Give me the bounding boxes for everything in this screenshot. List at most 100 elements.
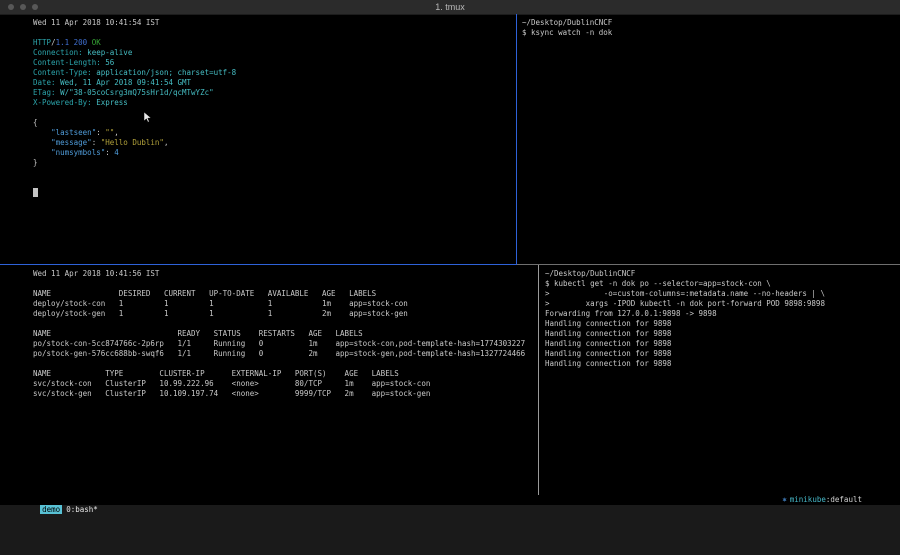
terminal-text-segment [33,188,38,197]
terminal-text-segment: : [105,148,114,157]
terminal-line: po/stock-con-5cc874766c-2p6rp 1/1 Runnin… [33,339,571,349]
terminal-text-segment: Date: [33,78,56,87]
desktop: 1. tmux Wed 11 Apr 2018 10:41:54 IST HTT… [0,0,900,555]
pane-port-forward[interactable]: ~/Desktop/DublinCNCF$ kubectl get -n dok… [539,265,900,499]
pane-http-response[interactable]: Wed 11 Apr 2018 10:41:54 IST HTTP/1.1 20… [0,15,549,267]
terminal-line: ETag: W/"38-05coCsrg3mQ75sHr1d/qcMTwYZc" [33,88,549,98]
kube-context-name: minikube [790,495,826,505]
terminal-line: NAME DESIRED CURRENT UP-TO-DATE AVAILABL… [33,289,571,299]
terminal-text-segment: keep-alive [83,48,133,57]
minimize-button[interactable] [20,4,26,10]
terminal-text-segment: "numsymbols" [51,148,105,157]
active-window-label[interactable]: 0:bash* [66,505,98,514]
terminal-line: NAME READY STATUS RESTARTS AGE LABELS [33,329,571,339]
terminal-line: NAME TYPE CLUSTER-IP EXTERNAL-IP PORT(S)… [33,369,571,379]
terminal-line: Handling connection for 9898 [545,339,900,349]
pane-divider-vertical-bottom[interactable] [538,265,539,495]
zoom-button[interactable] [32,4,38,10]
close-button[interactable] [8,4,14,10]
pane-divider-vertical-top[interactable] [516,14,517,265]
terminal-text-segment [33,128,51,137]
pane-kubectl-get[interactable]: Wed 11 Apr 2018 10:41:56 IST NAME DESIRE… [0,265,571,499]
terminal-text-segment: Content-Length: [33,58,101,67]
terminal-text-segment: Content-Type: [33,68,92,77]
terminal-line [33,319,571,329]
terminal-line: po/stock-gen-576cc688bb-swqf6 1/1 Runnin… [33,349,571,359]
terminal-line: Handling connection for 9898 [545,349,900,359]
pane-ksync-watch[interactable]: ~/Desktop/DublinCNCF$ ksync watch -n dok [517,15,900,267]
status-right: ⎈ minikube :default [782,495,862,505]
terminal-text-segment: : [96,128,105,137]
kubernetes-icon: ⎈ [782,495,787,505]
terminal-line: > xargs -IPOD kubectl -n dok port-forwar… [545,299,900,309]
terminal-text-segment: } [33,158,38,167]
pane-divider-horizontal-left[interactable] [0,264,517,265]
terminal-text-segment [33,138,51,147]
terminal-line: Wed 11 Apr 2018 10:41:54 IST [33,18,549,28]
terminal-line: Handling connection for 9898 [545,359,900,369]
terminal-text-segment: W/"38-05coCsrg3mQ75sHr1d/qcMTwYZc" [56,88,214,97]
terminal-line: Content-Type: application/json; charset=… [33,68,549,78]
session-name-badge: demo [40,505,62,514]
terminal-text-segment: : [92,138,101,147]
terminal-text-segment: "" [105,128,114,137]
terminal-line: "message": "Hello Dublin", [33,138,549,148]
traffic-lights [8,4,38,10]
terminal-line [33,188,549,198]
terminal-line: Wed 11 Apr 2018 10:41:56 IST [33,269,571,279]
terminal-line: deploy/stock-con 1 1 1 1 1m app=stock-co… [33,299,571,309]
terminal-line: > -o=custom-columns=:metadata.name --no-… [545,289,900,299]
terminal-line: ~/Desktop/DublinCNCF [522,18,900,28]
terminal-line: "lastseen": "", [33,128,549,138]
window-titlebar[interactable]: 1. tmux [0,0,900,15]
terminal-line: Handling connection for 9898 [545,329,900,339]
terminal-text-segment [33,148,51,157]
terminal-text-segment: { [33,118,38,127]
terminal-line: Connection: keep-alive [33,48,549,58]
terminal-text-segment: 1.1 200 [56,38,88,47]
terminal-line [33,178,549,188]
mouse-cursor-icon [144,112,152,123]
window-title: 1. tmux [0,2,900,12]
terminal-line: Content-Length: 56 [33,58,549,68]
terminal-text-segment: Connection: [33,48,83,57]
terminal-text-segment: HTTP [33,38,51,47]
terminal-line: HTTP/1.1 200 OK [33,38,549,48]
terminal-text-segment: , [114,128,119,137]
terminal-text-segment: Wed, 11 Apr 2018 09:41:54 GMT [56,78,191,87]
terminal-text-segment: "message" [51,138,92,147]
terminal-line: { [33,118,549,128]
terminal-text-segment: Express [92,98,128,107]
terminal-line [33,28,549,38]
terminal-line: $ kubectl get -n dok po --selector=app=s… [545,279,900,289]
terminal-text-segment: , [164,138,169,147]
terminal-text-segment: OK [92,38,101,47]
terminal-line: ~/Desktop/DublinCNCF [545,269,900,279]
tmux-status-bar: demo0:bash* ⎈ minikube :default [0,495,900,505]
terminal-line: Date: Wed, 11 Apr 2018 09:41:54 GMT [33,78,549,88]
terminal-line: } [33,158,549,168]
terminal-line: deploy/stock-gen 1 1 1 1 2m app=stock-ge… [33,309,571,319]
terminal-line: "numsymbols": 4 [33,148,549,158]
terminal-line: svc/stock-con ClusterIP 10.99.222.96 <no… [33,379,571,389]
pane-divider-horizontal-right[interactable] [517,264,900,265]
terminal-line [33,359,571,369]
status-left: demo0:bash* [4,495,98,505]
terminal-line: X-Powered-By: Express [33,98,549,108]
terminal-line [33,168,549,178]
terminal-text-segment: 4 [114,148,119,157]
terminal-text-segment: 56 [101,58,115,67]
terminal-text-segment: "Hello Dublin" [101,138,164,147]
terminal-line: $ ksync watch -n dok [522,28,900,38]
terminal-line [33,279,571,289]
kube-context-namespace: :default [826,495,862,505]
terminal-text-segment: ETag: [33,88,56,97]
terminal-window: 1. tmux Wed 11 Apr 2018 10:41:54 IST HTT… [0,0,900,505]
terminal-text-segment: X-Powered-By: [33,98,92,107]
terminal-line: Forwarding from 127.0.0.1:9898 -> 9898 [545,309,900,319]
terminal-text-segment: application/json; charset=utf-8 [92,68,237,77]
terminal-text-segment: Wed 11 Apr 2018 10:41:54 IST [33,18,159,27]
terminal-line: Handling connection for 9898 [545,319,900,329]
terminal-text-segment: "lastseen" [51,128,96,137]
terminal-line: svc/stock-gen ClusterIP 10.109.197.74 <n… [33,389,571,399]
